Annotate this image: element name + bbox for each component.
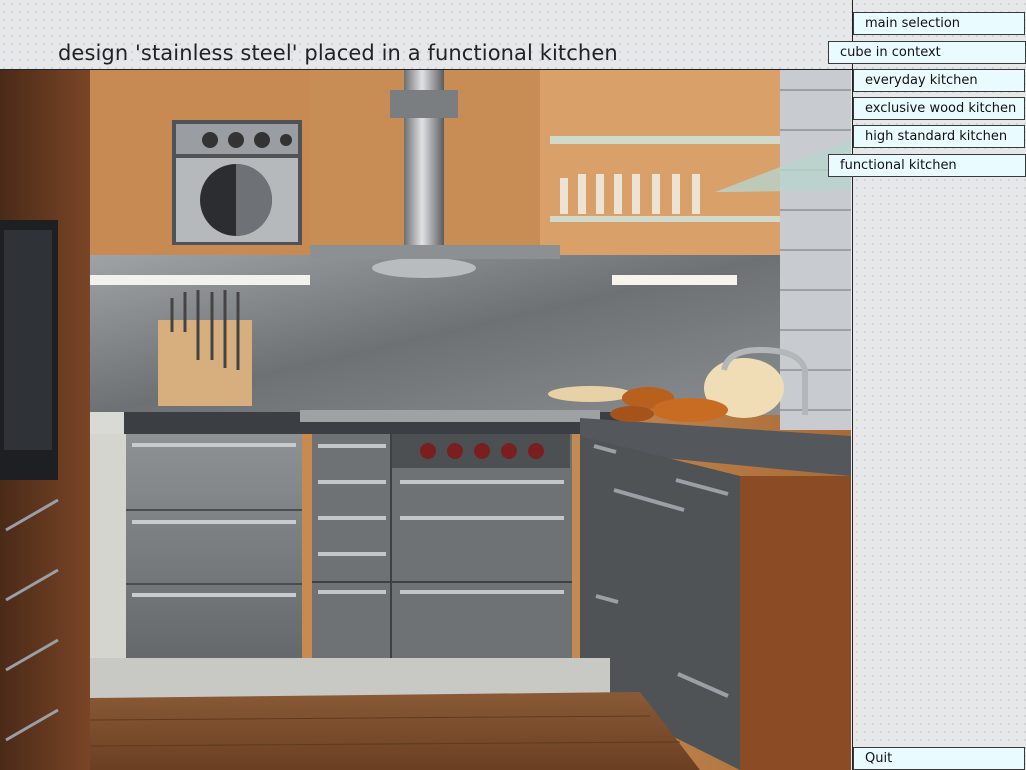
everyday-kitchen-button[interactable]: everyday kitchen: [853, 69, 1025, 92]
high-standard-kitchen-button[interactable]: high standard kitchen: [853, 125, 1025, 148]
exclusive-wood-kitchen-button[interactable]: exclusive wood kitchen: [853, 97, 1025, 120]
main-selection-button[interactable]: main selection: [853, 12, 1025, 35]
cube-in-context-button[interactable]: cube in context: [828, 41, 1026, 64]
kitchen-photo: [0, 70, 851, 770]
functional-kitchen-button[interactable]: functional kitchen: [828, 154, 1026, 177]
quit-button[interactable]: Quit: [853, 747, 1025, 770]
page-title: design 'stainless steel' placed in a fun…: [58, 41, 618, 65]
header-panel: design 'stainless steel' placed in a fun…: [0, 0, 852, 70]
